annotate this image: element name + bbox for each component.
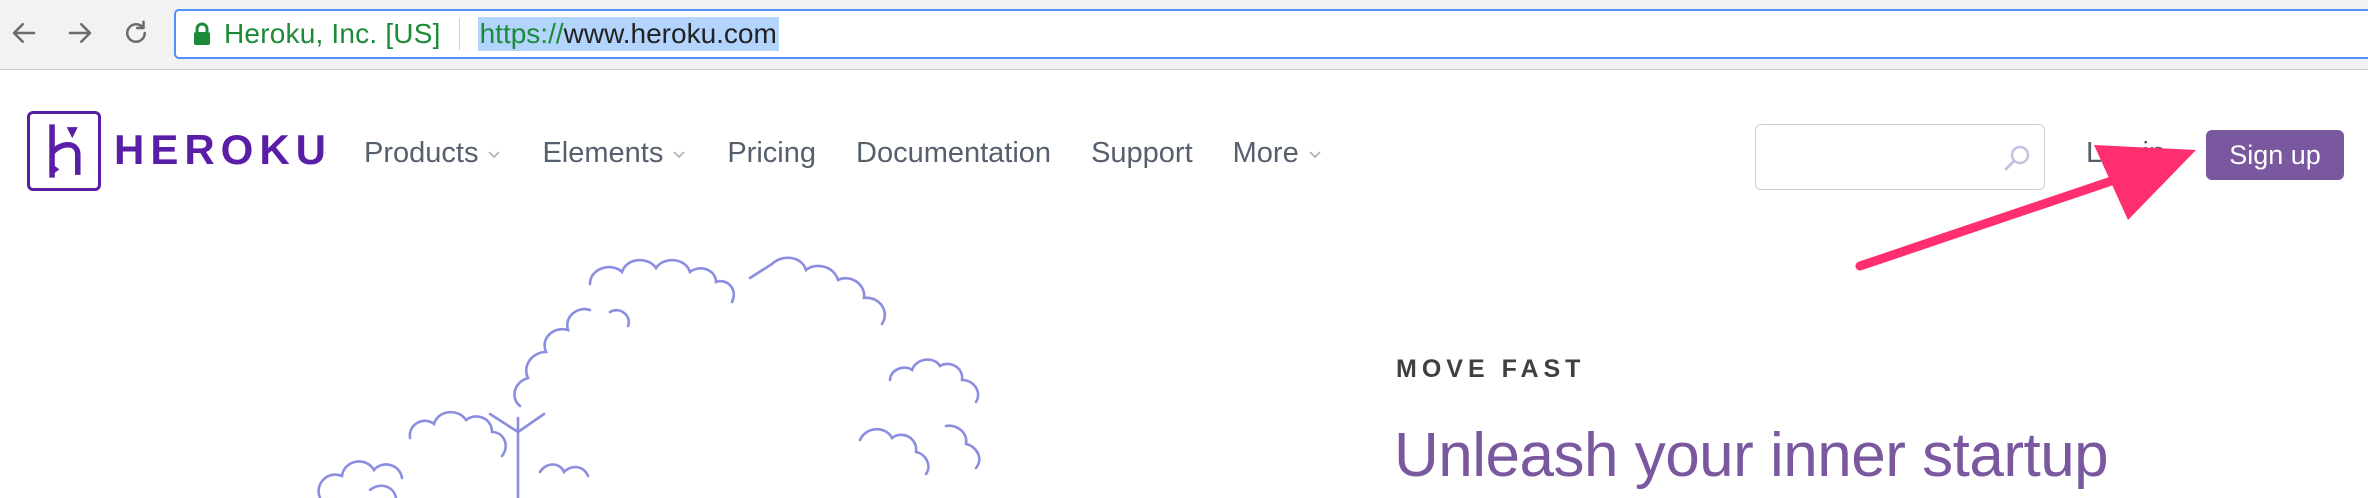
nav-item-documentation[interactable]: Documentation — [856, 137, 1051, 170]
url-scheme: https:// — [479, 18, 564, 49]
url-host: www.heroku.com — [563, 18, 777, 49]
search-input[interactable] — [1755, 124, 2045, 190]
nav-item-label: Documentation — [856, 137, 1052, 169]
nav-item-label: Elements — [542, 137, 664, 169]
chevron-down-icon — [1309, 150, 1321, 158]
nav-item-label: Support — [1091, 137, 1193, 169]
nav-item-pricing[interactable]: Pricing — [727, 137, 816, 170]
login-link[interactable]: Log in — [2086, 137, 2165, 170]
site-identity[interactable]: Heroku, Inc. [US] — [224, 18, 441, 50]
address-bar[interactable]: Heroku, Inc. [US] https://www.heroku.com — [174, 9, 2368, 59]
nav-item-elements[interactable]: Elements — [542, 137, 687, 170]
search-icon — [2004, 145, 2030, 171]
signup-button[interactable]: Sign up — [2206, 130, 2344, 180]
forward-icon — [68, 23, 92, 43]
hero-illustration — [317, 256, 981, 498]
chevron-down-icon — [673, 150, 685, 158]
nav-item-label: Products — [364, 137, 479, 169]
back-button[interactable] — [4, 13, 44, 53]
forward-button[interactable] — [60, 13, 100, 53]
lock-icon — [194, 22, 210, 45]
url-divider — [458, 18, 460, 50]
hero-headline: Unleash your inner startup — [1394, 421, 2109, 490]
browser-toolbar: Heroku, Inc. [US] https://www.heroku.com — [0, 0, 2368, 70]
nav-item-label: More — [1232, 137, 1299, 169]
nav-item-products[interactable]: Products — [364, 137, 502, 170]
chevron-down-icon — [488, 150, 501, 158]
nav-item-support[interactable]: Support — [1091, 137, 1193, 170]
main-nav: Products Elements Pricing Documentation … — [364, 137, 1363, 170]
nav-item-more[interactable]: More — [1233, 137, 1323, 170]
nav-item-label: Pricing — [727, 137, 816, 169]
hero-eyebrow: MOVE FAST — [1396, 355, 1586, 383]
url-text[interactable]: https://www.heroku.com — [477, 17, 779, 51]
back-icon — [12, 23, 36, 43]
heroku-logo-icon[interactable] — [27, 111, 101, 191]
site-header: HEROKU Products Elements Pricing Documen… — [0, 71, 2368, 241]
reload-icon — [126, 20, 146, 43]
logo-wordmark[interactable]: HEROKU — [114, 126, 332, 174]
reload-button[interactable] — [116, 13, 156, 53]
